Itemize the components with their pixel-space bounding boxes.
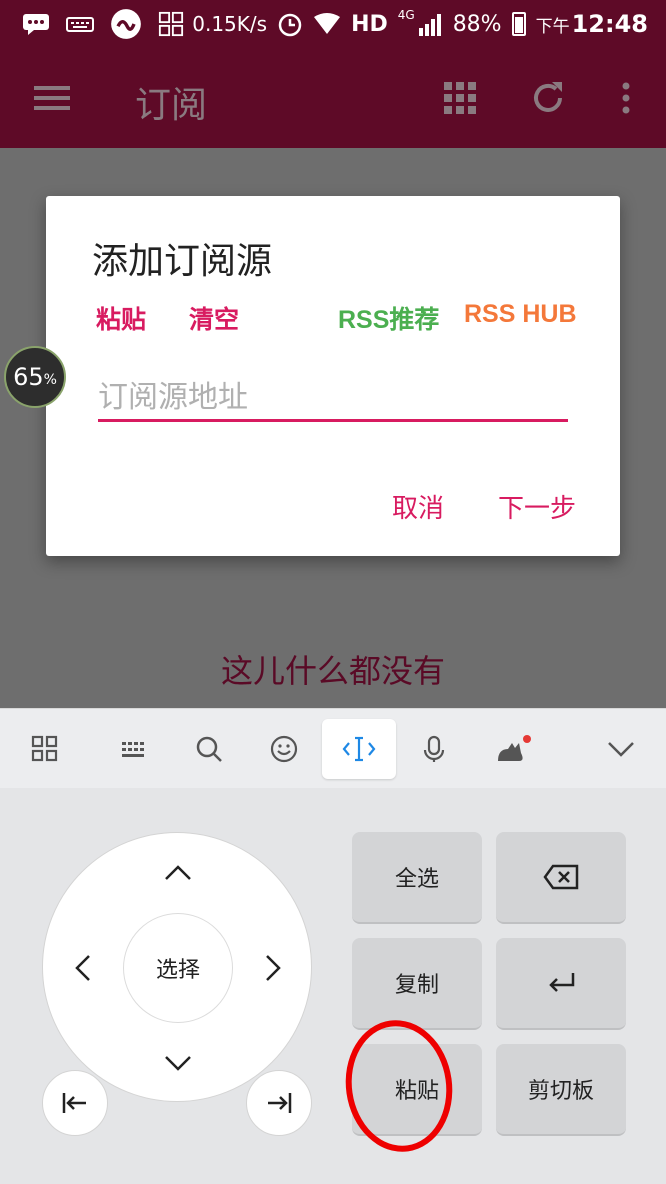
- empty-state-text: 这儿什么都没有: [220, 652, 445, 690]
- select-button[interactable]: 选择: [123, 913, 233, 1023]
- keyboard-panel: 选择 全选 复制 粘贴 剪切板: [0, 788, 666, 1184]
- cursor-end-icon[interactable]: [246, 1070, 312, 1136]
- down-arrow-icon[interactable]: [158, 1043, 198, 1083]
- signal-icon: [418, 14, 441, 36]
- paste-button[interactable]: 粘贴: [96, 300, 146, 336]
- app-bar: 订阅: [0, 48, 666, 148]
- keyboard-toolbar: [0, 708, 666, 788]
- grid-icon[interactable]: [8, 719, 82, 779]
- refresh-icon[interactable]: [526, 76, 570, 120]
- cat-icon[interactable]: [477, 719, 551, 779]
- select-all-key[interactable]: 全选: [352, 832, 482, 924]
- backspace-icon: [543, 864, 579, 890]
- battery-percent: 88%: [452, 11, 502, 37]
- clock: 下午12:48: [535, 10, 648, 38]
- signal-type: 4G: [397, 8, 415, 22]
- keyboard-icon: [66, 17, 94, 32]
- rss-hub-button[interactable]: RSS HUB: [464, 300, 577, 329]
- app-icon: [111, 9, 141, 39]
- network-speed: 0.15K/s: [192, 12, 268, 36]
- add-feed-dialog: 添加订阅源 粘贴 清空 RSS推荐 RSS HUB 取消 下一步: [46, 196, 620, 556]
- paste-key[interactable]: 粘贴: [352, 1044, 482, 1136]
- network-type: HD: [351, 11, 388, 37]
- page-title: 订阅: [135, 85, 208, 126]
- emoji-icon[interactable]: [247, 719, 321, 779]
- search-icon[interactable]: [172, 719, 246, 779]
- left-arrow-icon[interactable]: [63, 948, 103, 988]
- more-icon[interactable]: [604, 76, 648, 120]
- menu-icon[interactable]: [30, 76, 74, 120]
- feed-url-input[interactable]: [98, 376, 568, 422]
- clipboard-key[interactable]: 剪切板: [496, 1044, 626, 1136]
- backspace-key[interactable]: [496, 832, 626, 924]
- up-arrow-icon[interactable]: [158, 853, 198, 893]
- status-bar: 0.15K/s HD 4G 88% 下午12:48: [0, 0, 666, 48]
- cancel-button[interactable]: 取消: [392, 488, 444, 525]
- apps-icon[interactable]: [438, 76, 482, 120]
- cursor-icon[interactable]: [322, 719, 396, 779]
- alarm-icon: [278, 13, 302, 37]
- keyboard-icon[interactable]: [97, 719, 171, 779]
- clear-button[interactable]: 清空: [189, 300, 239, 336]
- copy-key[interactable]: 复制: [352, 938, 482, 1030]
- message-icon: [23, 14, 49, 35]
- mic-icon[interactable]: [397, 719, 471, 779]
- right-arrow-icon[interactable]: [253, 948, 293, 988]
- wifi-icon: [314, 13, 341, 34]
- collapse-icon[interactable]: [584, 719, 658, 779]
- enter-icon: [549, 973, 575, 992]
- grid-icon: [158, 11, 184, 37]
- rss-recommend-button[interactable]: RSS推荐: [338, 300, 439, 336]
- dialog-title: 添加订阅源: [92, 241, 273, 282]
- floating-badge[interactable]: 65%: [4, 346, 66, 408]
- next-button[interactable]: 下一步: [498, 488, 576, 525]
- cursor-dpad: 选择: [42, 832, 312, 1102]
- enter-key[interactable]: [496, 938, 626, 1030]
- cursor-home-icon[interactable]: [42, 1070, 108, 1136]
- battery-icon: [511, 12, 526, 36]
